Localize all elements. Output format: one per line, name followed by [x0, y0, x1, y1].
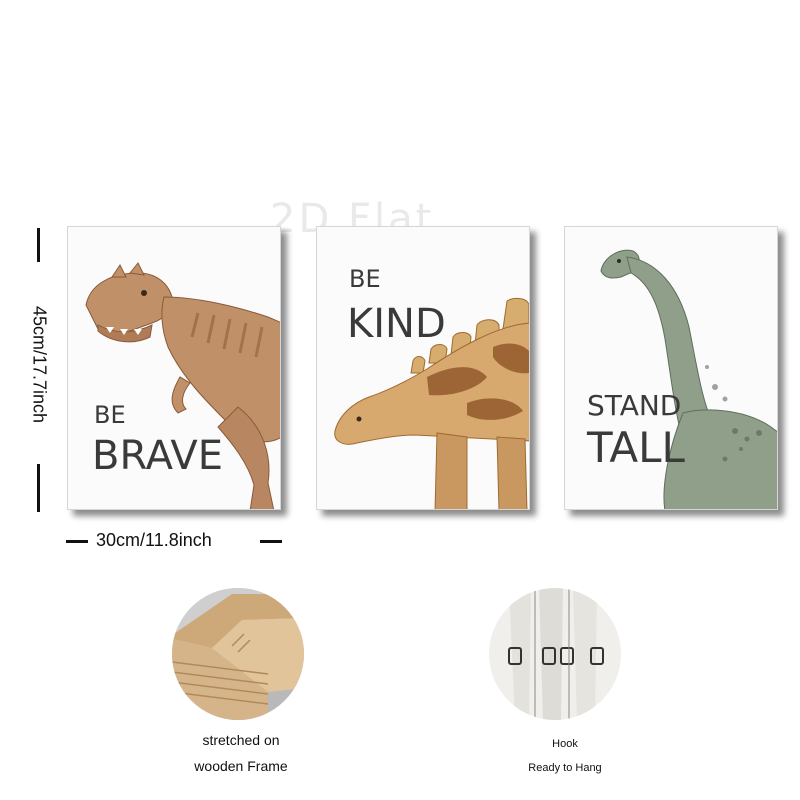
hook-detail-image — [489, 588, 621, 720]
panel-text-line2: TALL — [587, 423, 685, 472]
panel-text-line2: KIND — [347, 301, 446, 347]
wooden-frame-detail-image — [172, 588, 304, 720]
dimension-tick-bottom — [37, 464, 40, 512]
panel-text-line2: BRAVE — [92, 433, 224, 479]
hook-caption-line1: Hook — [552, 738, 578, 750]
panel-text-line1: BE — [349, 265, 381, 293]
canvas-panel-be-kind: BE KIND — [316, 226, 530, 510]
hook-caption-line2: Ready to Hang — [528, 762, 602, 774]
height-label: 45cm/17.7inch — [29, 305, 50, 424]
frame-caption-line2: wooden Frame — [194, 758, 288, 774]
canvas-panel-stand-tall: STAND TALL — [564, 226, 778, 510]
dimension-tick-right — [260, 540, 282, 543]
panel-text-line1: STAND — [587, 389, 682, 422]
width-dimension-marker: 30cm/11.8inch — [66, 530, 282, 552]
dimension-tick-left — [66, 540, 88, 543]
dimension-tick-top — [37, 228, 40, 262]
canvas-panel-be-brave: BE BRAVE — [67, 226, 281, 510]
height-dimension-marker: 45cm/17.7inch — [22, 228, 56, 512]
panel-text-line1: BE — [94, 401, 126, 429]
width-label: 30cm/11.8inch — [96, 530, 212, 550]
frame-caption-line1: stretched on — [202, 732, 280, 748]
